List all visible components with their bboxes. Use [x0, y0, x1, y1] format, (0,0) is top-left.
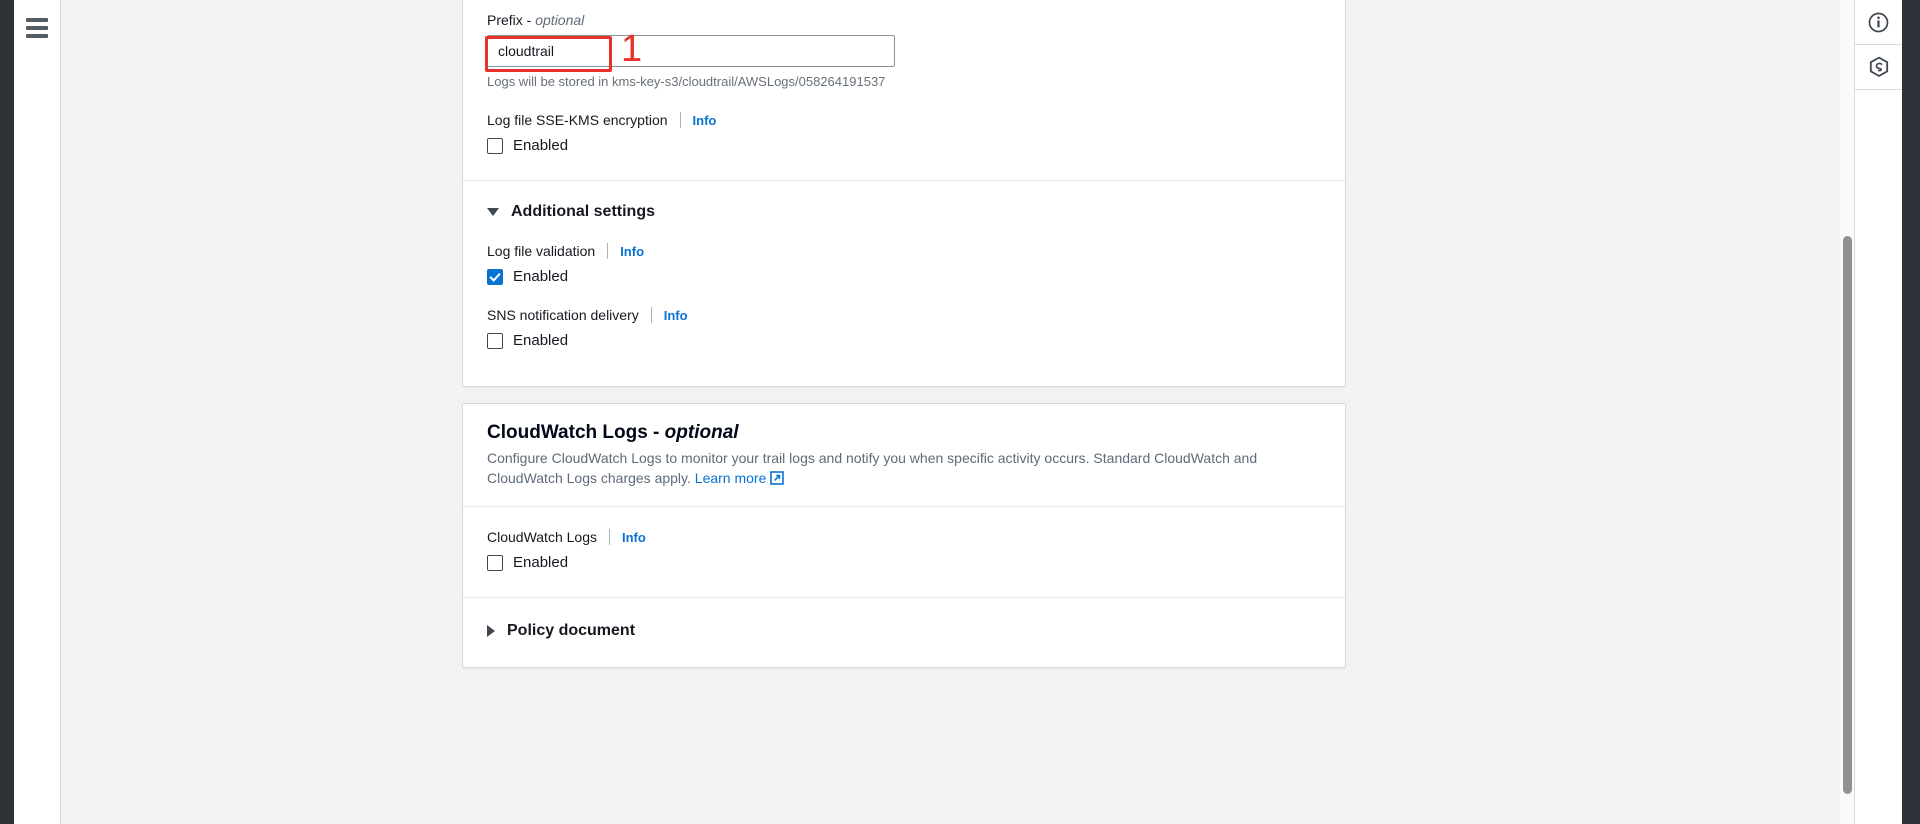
sns-notification-label: SNS notification delivery — [487, 307, 639, 323]
policy-document-group: Policy document — [463, 598, 1345, 664]
hamburger-bar — [26, 18, 48, 22]
log-file-validation-label-row: Log file validation Info — [487, 243, 1321, 259]
right-dark-edge — [1902, 0, 1920, 824]
sns-notification-group: SNS notification delivery Info Enabled — [487, 307, 1321, 349]
right-tool-rail — [1854, 0, 1902, 824]
cloudwatch-logs-info-link[interactable]: Info — [622, 530, 646, 545]
learn-more-link[interactable]: Learn more — [695, 470, 767, 486]
additional-settings-title: Additional settings — [511, 203, 655, 221]
policy-document-title: Policy document — [507, 622, 635, 640]
sns-notification-info-link[interactable]: Info — [664, 308, 688, 323]
log-file-validation-checkbox[interactable] — [487, 269, 503, 285]
sns-notification-checkbox[interactable] — [487, 333, 503, 349]
cloudwatch-logs-label-row: CloudWatch Logs Info — [487, 529, 1321, 545]
additional-settings-group: Additional settings Log file validation … — [463, 181, 1345, 349]
sse-kms-enabled-checkbox[interactable] — [487, 138, 503, 154]
cloudwatch-description-text: Configure CloudWatch Logs to monitor you… — [487, 450, 1257, 486]
log-file-validation-group: Log file validation Info Enabled — [487, 243, 1321, 285]
cloudwatch-panel-optional-text: optional — [665, 422, 739, 443]
hamburger-bar — [26, 34, 48, 38]
sse-kms-enabled-checkbox-row[interactable]: Enabled — [487, 137, 1321, 154]
cloudwatch-logs-label: CloudWatch Logs — [487, 529, 597, 545]
label-separator — [651, 307, 652, 323]
vertical-scrollbar-thumb[interactable] — [1843, 236, 1852, 794]
log-file-validation-checkbox-row[interactable]: Enabled — [487, 268, 1321, 285]
menu-toggle-icon[interactable] — [26, 18, 48, 38]
main-content-scroll-area: Prefix - optional Logs will be stored in… — [61, 0, 1854, 824]
cloudwatch-panel-header: CloudWatch Logs - optional Configure Clo… — [463, 404, 1345, 506]
sns-notification-checkbox-row[interactable]: Enabled — [487, 332, 1321, 349]
cloudwatch-logs-checkbox[interactable] — [487, 555, 503, 571]
storage-location-panel: Prefix - optional Logs will be stored in… — [462, 0, 1346, 387]
cloudwatch-logs-panel: CloudWatch Logs - optional Configure Clo… — [462, 403, 1346, 668]
sns-notification-checkbox-label: Enabled — [513, 332, 568, 349]
left-dark-edge — [0, 0, 14, 824]
main-content: Prefix - optional Logs will be stored in… — [61, 0, 1854, 824]
sse-kms-enabled-label: Enabled — [513, 137, 568, 154]
label-separator — [607, 243, 608, 259]
app-root: Prefix - optional Logs will be stored in… — [0, 0, 1920, 824]
cloudwatch-logs-checkbox-row[interactable]: Enabled — [487, 554, 1321, 571]
additional-settings-expander[interactable]: Additional settings — [487, 203, 1321, 221]
vertical-scrollbar-track[interactable] — [1840, 0, 1854, 824]
cloudwatch-logs-checkbox-label: Enabled — [513, 554, 568, 571]
external-link-icon — [770, 470, 784, 490]
shield-icon — [1868, 56, 1890, 78]
hamburger-bar — [26, 26, 48, 30]
cloudwatch-panel-title: CloudWatch Logs - optional — [487, 422, 1321, 444]
left-nav-rail — [14, 0, 61, 824]
prefix-helper-text: Logs will be stored in kms-key-s3/cloudt… — [487, 73, 1321, 90]
chevron-right-icon — [487, 625, 495, 637]
sns-notification-label-row: SNS notification delivery Info — [487, 307, 1321, 323]
prefix-optional-text: optional — [535, 12, 584, 28]
sse-kms-info-link[interactable]: Info — [693, 113, 717, 128]
chevron-down-icon — [487, 208, 499, 216]
cloudwatch-panel-title-text: CloudWatch Logs - — [487, 422, 665, 443]
policy-document-expander[interactable]: Policy document — [487, 622, 1321, 640]
cloudwatch-logs-group: CloudWatch Logs Info Enabled — [463, 507, 1345, 597]
prefix-field-group: Prefix - optional Logs will be stored in… — [463, 0, 1345, 90]
cloudshell-button[interactable] — [1855, 45, 1902, 90]
log-file-validation-checkbox-label: Enabled — [513, 268, 568, 285]
info-icon — [1868, 12, 1889, 33]
sse-kms-label-row: Log file SSE-KMS encryption Info — [487, 112, 1321, 128]
prefix-label: Prefix - optional — [487, 11, 1321, 29]
sse-kms-group: Log file SSE-KMS encryption Info Enabled — [463, 90, 1345, 180]
log-file-validation-info-link[interactable]: Info — [620, 244, 644, 259]
prefix-input[interactable] — [487, 35, 895, 67]
sse-kms-label: Log file SSE-KMS encryption — [487, 112, 668, 128]
label-separator — [609, 529, 610, 545]
info-panel-button[interactable] — [1855, 0, 1902, 45]
log-file-validation-label: Log file validation — [487, 243, 595, 259]
prefix-label-text: Prefix - — [487, 12, 535, 28]
label-separator — [680, 112, 681, 128]
cloudwatch-panel-description: Configure CloudWatch Logs to monitor you… — [487, 448, 1321, 490]
